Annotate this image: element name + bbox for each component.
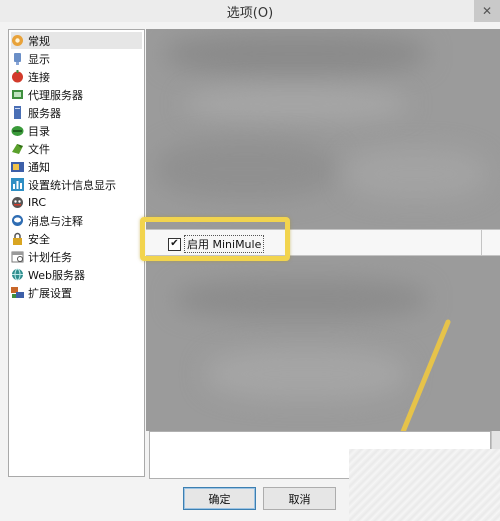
message-icon (11, 214, 24, 227)
tree-item-general[interactable]: 常规 (11, 32, 142, 49)
gear-icon (11, 34, 24, 47)
notification-icon (11, 160, 24, 173)
tree-item-label: 文件 (28, 142, 50, 156)
calendar-icon (11, 250, 24, 263)
proxy-icon (11, 88, 24, 101)
ok-button[interactable]: 确定 (183, 487, 256, 510)
web-icon (11, 268, 24, 281)
tree-item-security[interactable]: 安全 (11, 230, 50, 247)
lock-icon (11, 232, 24, 245)
tree-item-extensions[interactable]: 扩展设置 (11, 284, 72, 301)
close-icon[interactable]: ✕ (474, 0, 500, 22)
tree-item-label: 扩展设置 (28, 286, 72, 300)
tree-item-label: 显示 (28, 52, 50, 66)
tree-item-file[interactable]: 文件 (11, 140, 50, 157)
server-icon (11, 106, 24, 119)
irc-icon (11, 196, 24, 209)
tree-item-label: 服务器 (28, 106, 61, 120)
tree-item-notification[interactable]: 通知 (11, 158, 50, 175)
tree-item-statistics[interactable]: 设置统计信息显示 (11, 176, 116, 193)
watermark-overlay (349, 449, 500, 521)
tree-item-label: 设置统计信息显示 (28, 178, 116, 192)
tree-item-label: 目录 (28, 124, 50, 138)
tree-item-proxy[interactable]: 代理服务器 (11, 86, 83, 103)
statistics-icon (11, 178, 24, 191)
extension-icon (11, 286, 24, 299)
title-bar: 选项(O) ✕ (0, 0, 500, 22)
tree-item-label: 安全 (28, 232, 50, 246)
display-icon (11, 52, 24, 65)
file-icon (11, 142, 24, 155)
connection-icon (11, 70, 24, 83)
tree-item-directory[interactable]: 目录 (11, 122, 50, 139)
highlight-box (140, 217, 290, 261)
tree-item-scheduler[interactable]: 计划任务 (11, 248, 72, 265)
tree-item-irc[interactable]: IRC (11, 194, 46, 211)
tree-item-label: 计划任务 (28, 250, 72, 264)
tree-item-label: Web服务器 (28, 268, 85, 282)
tree-item-label: 连接 (28, 70, 50, 84)
cancel-button[interactable]: 取消 (263, 487, 336, 510)
tree-item-connection[interactable]: 连接 (11, 68, 50, 85)
tree-item-label: IRC (28, 196, 47, 209)
row-divider (481, 230, 490, 255)
folder-icon (11, 124, 24, 137)
tree-item-display[interactable]: 显示 (11, 50, 50, 67)
tree-item-label: 常规 (28, 34, 50, 48)
tree-item-messages[interactable]: 消息与注释 (11, 212, 83, 229)
tree-item-server[interactable]: 服务器 (11, 104, 61, 121)
window-title: 选项(O) (226, 6, 274, 21)
options-tree: 常规 显示 连接 代理服务器 服务器 目录 文件 通知 设置统计信息显示 IRC… (8, 29, 145, 477)
tree-item-label: 通知 (28, 160, 50, 174)
tree-item-label: 代理服务器 (28, 88, 83, 102)
tree-item-label: 消息与注释 (28, 214, 83, 228)
tree-item-web-server[interactable]: Web服务器 (11, 266, 85, 283)
